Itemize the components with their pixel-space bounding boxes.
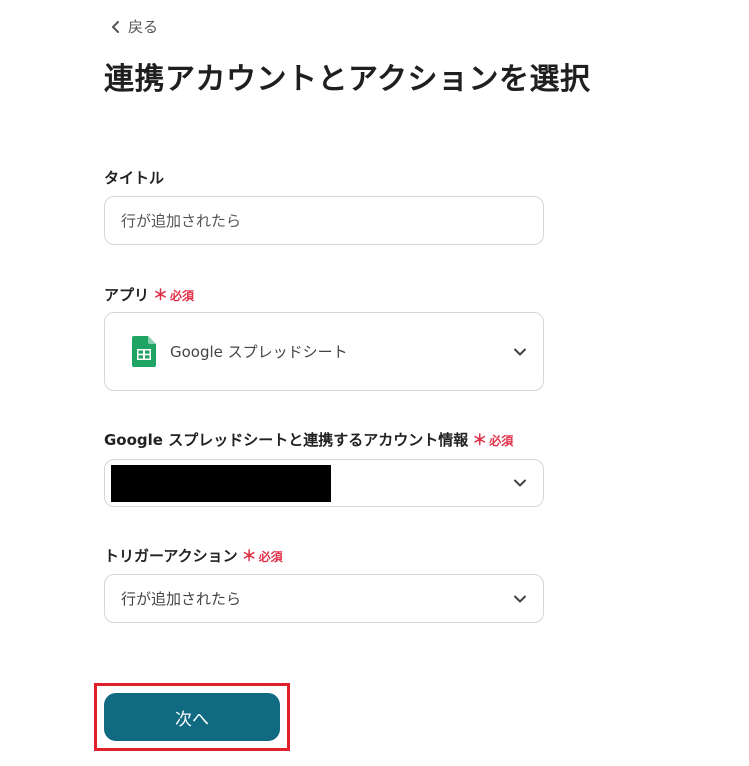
- next-button[interactable]: 次へ: [104, 693, 280, 741]
- back-label: 戻る: [128, 18, 159, 36]
- trigger-select-value: 行が追加されたら: [121, 590, 242, 608]
- account-select[interactable]: [104, 459, 544, 507]
- required-badge: ＊ 必須: [472, 432, 513, 449]
- app-select-value: Google スプレッドシート: [170, 343, 348, 361]
- title-input[interactable]: [105, 211, 543, 230]
- account-field-label: Google スプレッドシートと連携するアカウント情報 ＊ 必須: [104, 429, 513, 450]
- google-sheets-icon: [132, 336, 156, 367]
- redacted-account-value: [111, 465, 331, 502]
- app-select[interactable]: Google スプレッドシート: [104, 312, 544, 391]
- title-field-label: タイトル: [104, 167, 164, 188]
- next-button-highlight: 次へ: [94, 683, 290, 751]
- required-asterisk: ＊: [472, 431, 488, 449]
- chevron-down-icon: [514, 348, 526, 355]
- title-input-wrapper: [104, 196, 544, 245]
- page: 戻る 連携アカウントとアクションを選択 タイトル アプリ ＊ 必須 Google…: [0, 0, 749, 766]
- required-asterisk: ＊: [153, 286, 169, 304]
- account-label-text: Google スプレッドシートと連携するアカウント情報: [104, 431, 469, 449]
- chevron-down-icon: [514, 595, 526, 602]
- required-asterisk: ＊: [241, 547, 257, 565]
- title-label-text: タイトル: [104, 169, 165, 187]
- chevron-left-icon: [112, 20, 119, 33]
- required-text: 必須: [170, 289, 195, 303]
- trigger-label-text: トリガーアクション: [104, 547, 238, 565]
- required-badge: ＊ 必須: [242, 548, 283, 565]
- app-label-text: アプリ: [104, 286, 150, 304]
- app-field-label: アプリ ＊ 必須: [104, 284, 194, 305]
- trigger-field-label: トリガーアクション ＊ 必須: [104, 545, 283, 566]
- required-text: 必須: [258, 550, 283, 564]
- required-text: 必須: [489, 434, 514, 448]
- chevron-down-icon: [514, 479, 526, 487]
- trigger-action-select[interactable]: 行が追加されたら: [104, 574, 544, 623]
- back-link[interactable]: 戻る: [110, 16, 158, 37]
- required-badge: ＊ 必須: [153, 287, 194, 304]
- page-title: 連携アカウントとアクションを選択: [104, 62, 591, 97]
